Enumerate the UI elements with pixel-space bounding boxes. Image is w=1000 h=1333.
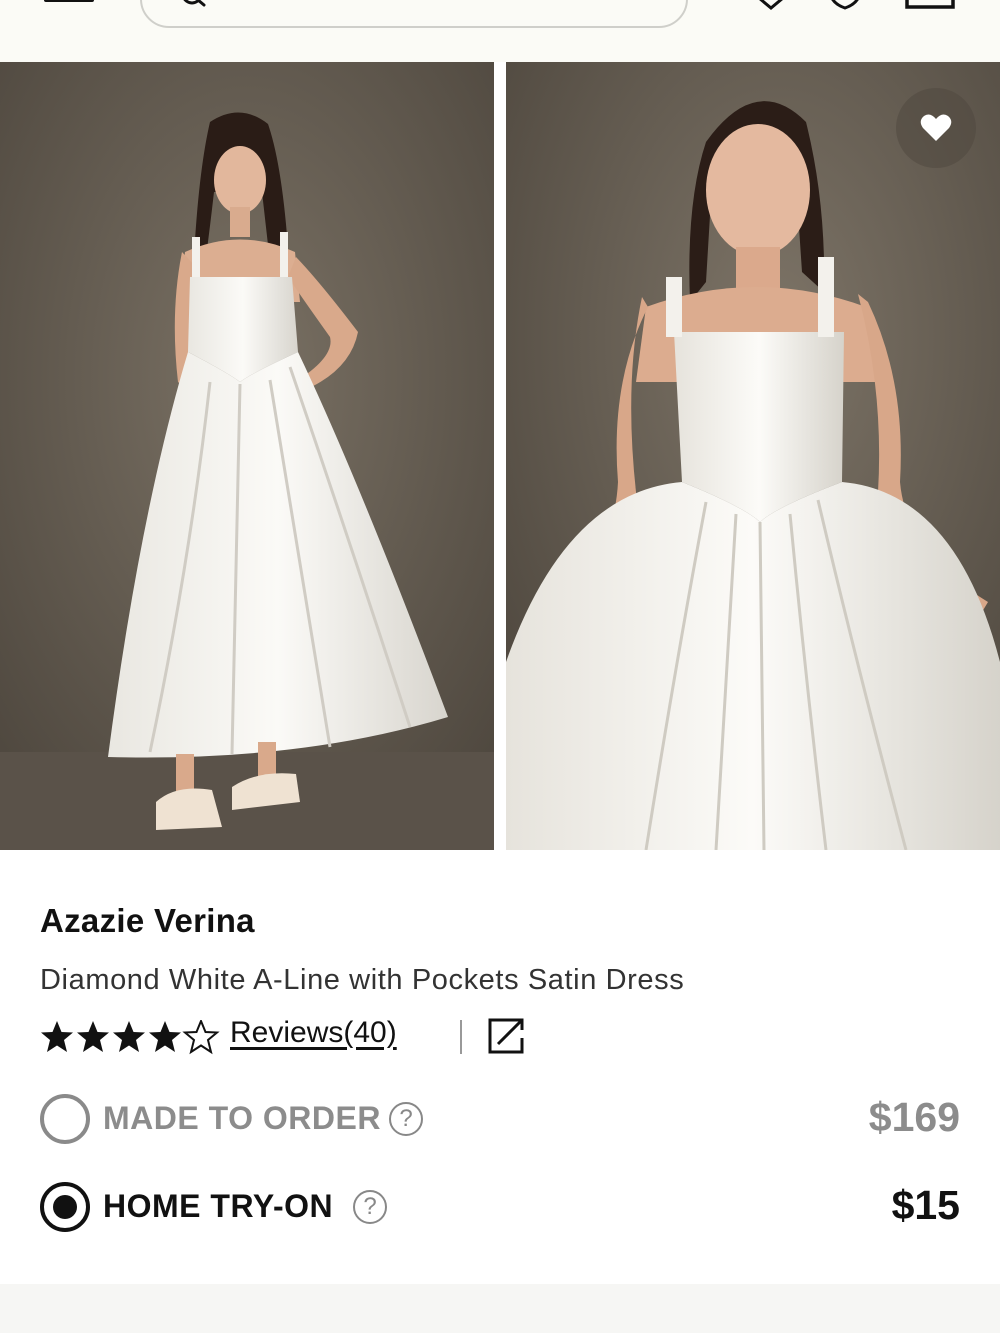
option-price: $15 (891, 1182, 960, 1228)
reviews-link[interactable]: Reviews(40) (230, 1016, 397, 1050)
heart-filled-icon (920, 114, 952, 141)
option-label: HOME TRY-ON (103, 1188, 334, 1224)
bag-icon[interactable] (904, 0, 956, 10)
heart-icon[interactable] (828, 0, 862, 10)
star-icon (149, 1021, 181, 1052)
product-brand: Azazie Verina (40, 902, 255, 939)
favorite-button[interactable] (896, 88, 976, 168)
option-home-try-on[interactable]: HOME TRY-ON ? $15 (40, 1180, 960, 1236)
option-made-to-order[interactable]: MADE TO ORDER ? $169 (40, 1092, 960, 1148)
star-icon (41, 1021, 73, 1052)
radio-home-try-on[interactable] (40, 1182, 90, 1232)
half-star-icon (182, 1018, 220, 1055)
product-subtitle: Diamond White A-Line with Pockets Satin … (40, 964, 685, 996)
rating-row: Reviews(40) (40, 1012, 960, 1060)
hamburger-icon[interactable] (44, 0, 96, 6)
product-gallery[interactable] (0, 62, 1000, 850)
bottom-bar (0, 1284, 1000, 1333)
top-header (0, 0, 1000, 62)
help-icon[interactable]: ? (353, 1190, 387, 1224)
help-icon[interactable]: ? (389, 1102, 423, 1136)
option-label: MADE TO ORDER (103, 1100, 381, 1136)
product-photo-closeup[interactable] (506, 62, 1000, 850)
location-icon[interactable] (756, 0, 786, 10)
search-input[interactable] (140, 0, 688, 28)
divider (460, 1020, 462, 1054)
radio-made-to-order[interactable] (40, 1094, 90, 1144)
star-icon (77, 1021, 109, 1052)
rating-stars (40, 1018, 220, 1056)
search-icon (180, 0, 210, 8)
external-link-icon[interactable] (486, 1016, 526, 1061)
option-price: $169 (868, 1094, 960, 1140)
product-photo-full-length[interactable] (0, 62, 494, 850)
star-icon (113, 1021, 145, 1052)
